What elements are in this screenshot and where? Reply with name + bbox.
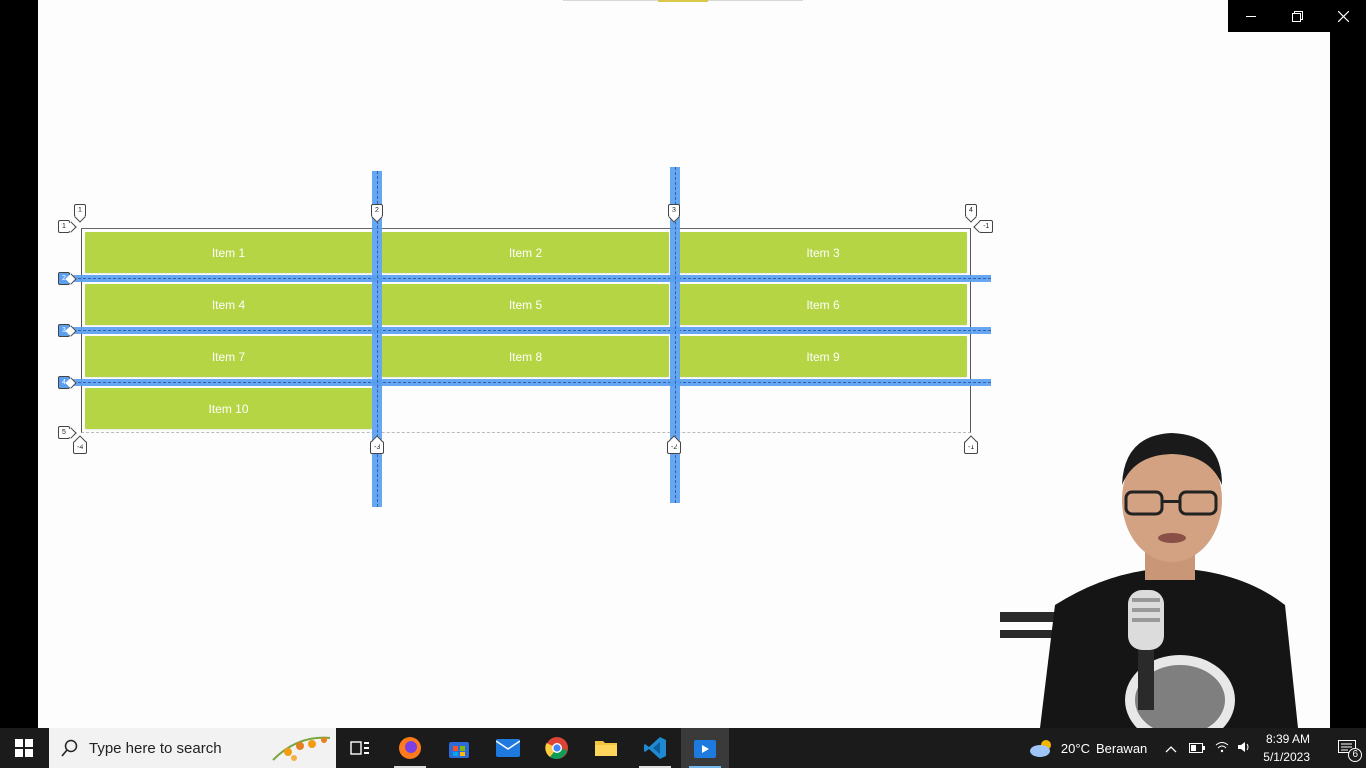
row-line-badge: 3: [58, 324, 70, 337]
search-placeholder: Type here to search: [89, 739, 222, 757]
search-highlight-image: [272, 736, 331, 761]
chrome-button[interactable]: [533, 728, 581, 768]
column-line-badge: -1: [964, 441, 979, 454]
weather-temp[interactable]: 20°C: [1061, 741, 1090, 756]
notification-count: 6: [1348, 748, 1362, 762]
task-view-button[interactable]: [336, 728, 384, 768]
vscode-button[interactable]: [631, 728, 679, 768]
row-line-badge: 4: [58, 376, 70, 389]
volume-icon[interactable]: [1237, 741, 1251, 756]
task-view-icon: [350, 741, 369, 755]
file-explorer-button[interactable]: [582, 728, 630, 768]
clock[interactable]: 8:39 AM 5/1/2023: [1263, 730, 1310, 766]
file-explorer-icon: [595, 741, 617, 756]
vscode-icon: [644, 737, 666, 759]
media-player-icon: [694, 740, 716, 758]
row-line-dash: [58, 382, 991, 383]
column-line-badge: -2: [667, 441, 682, 454]
clock-date: 5/1/2023: [1263, 750, 1310, 764]
media-player-button[interactable]: [681, 728, 729, 768]
presenter-webcam: [1000, 430, 1300, 728]
restore-icon: [1291, 10, 1303, 22]
column-line-badge: 4: [965, 204, 977, 217]
firefox-button[interactable]: [386, 728, 434, 768]
restore-button[interactable]: [1274, 0, 1320, 32]
firefox-icon: [399, 737, 421, 759]
window-controls: [1228, 0, 1366, 32]
battery-icon[interactable]: [1189, 741, 1206, 756]
column-line-badge: -3: [370, 441, 385, 454]
wifi-icon[interactable]: [1215, 741, 1229, 756]
minimize-button[interactable]: [1228, 0, 1274, 32]
taskbar-search[interactable]: Type here to search: [49, 728, 336, 768]
windows-logo-icon: [15, 739, 33, 757]
close-icon: [1337, 10, 1349, 22]
notifications-button[interactable]: 6: [1332, 728, 1362, 768]
system-tray: 20°C Berawan 8:39 AM 5/1/2023 6: [1029, 728, 1366, 768]
row-line-badge: 1: [58, 220, 70, 233]
column-line-badge: -1: [979, 220, 994, 233]
chrome-icon: [545, 737, 568, 759]
clock-time: 8:39 AM: [1265, 732, 1310, 746]
weather-condition[interactable]: Berawan: [1096, 741, 1147, 756]
row-line-dash: [58, 330, 991, 331]
store-button[interactable]: [435, 728, 483, 768]
column-line-badge: -4: [73, 441, 88, 454]
weather-cloud-icon: [1029, 740, 1051, 757]
taskbar: Type here to search 20°C Berawan 8:39 AM…: [0, 728, 1366, 768]
column-line-badge: 3: [668, 204, 680, 217]
search-icon: [61, 739, 78, 757]
row-line-badge: 5: [58, 426, 70, 439]
close-button[interactable]: [1320, 0, 1366, 32]
column-line-badge: 1: [74, 204, 86, 217]
grid-container: Item 1 Item 2 Item 3 Item 4 Item 5 Item …: [38, 0, 1038, 520]
start-button[interactable]: [0, 728, 48, 768]
store-icon: [449, 742, 469, 758]
row-line-dash: [58, 278, 991, 279]
column-line-badge: 2: [371, 204, 383, 217]
minimize-icon: [1246, 16, 1256, 17]
browser-viewport: Item 1 Item 2 Item 3 Item 4 Item 5 Item …: [38, 0, 1330, 728]
chevron-up-icon[interactable]: [1165, 741, 1177, 756]
row-line-badge: 2: [58, 272, 70, 285]
mail-button[interactable]: [484, 728, 532, 768]
mail-icon: [496, 739, 520, 757]
